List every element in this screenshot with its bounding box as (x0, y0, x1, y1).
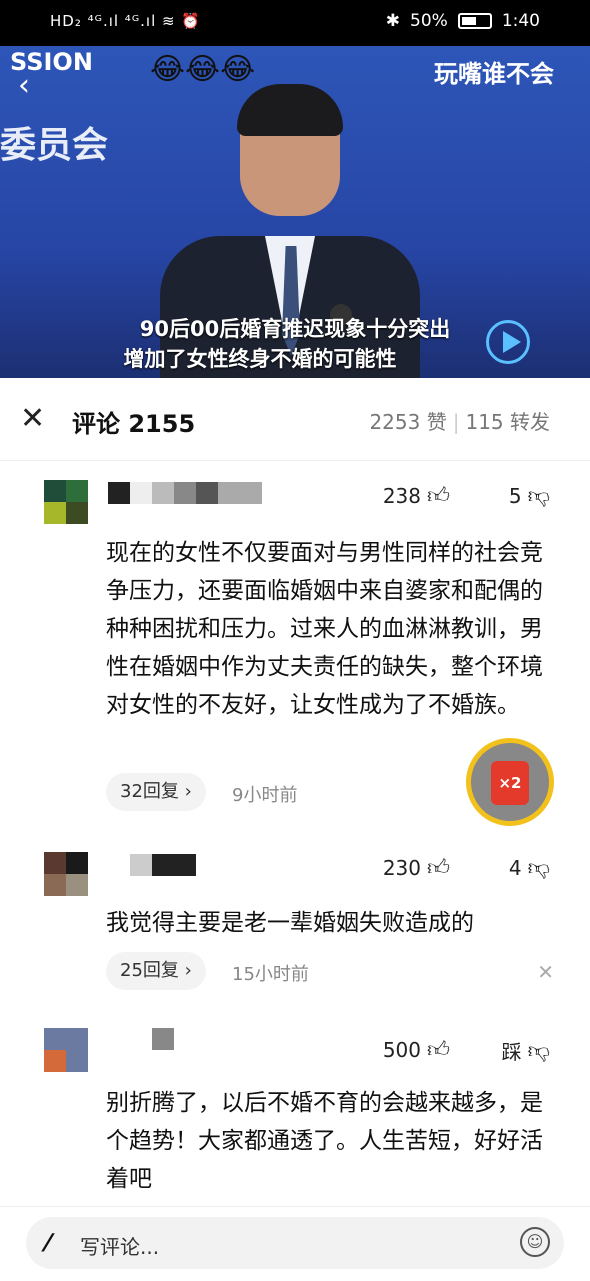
thumb-down-icon: 👎︎ (527, 1039, 550, 1064)
video-player[interactable]: SSION 😂😂😂 玩嘴谁不会 委员会 ‹ 90后00后婚育推迟现象十分突出 增… (0, 46, 590, 378)
comment-text: 别折腾了，以后不婚不育的会越来越多，是个趋势！大家都通透了。人生苦短，好好活着吧 (106, 1090, 543, 1192)
likes-count: 2253 赞 (369, 410, 447, 434)
avatar[interactable] (44, 480, 88, 524)
status-right: ✱ 50% 1:40 (386, 11, 540, 31)
thumb-down-icon: 👎︎ (527, 484, 550, 509)
thumb-up-icon: 👍︎ (427, 856, 450, 881)
red-packet-button[interactable]: ×2 (466, 738, 554, 826)
comments-header: ✕ 评论 2155 2253 赞 | 115 转发 (0, 378, 590, 461)
username-blurred[interactable] (130, 854, 196, 876)
avatar[interactable] (44, 852, 88, 896)
emoji-icon[interactable]: ☺ (520, 1227, 550, 1257)
thumb-up-icon: 👍︎ (427, 1038, 450, 1063)
dislike-button[interactable]: 5 👎︎ (508, 482, 550, 510)
comment-item: 230 👍︎ 4 👎︎ 我觉得主要是老一辈婚姻失败造成的 25回复 › 15小时… (0, 852, 590, 992)
status-left-icons: HD₂ ⁴ᴳ.ıl ⁴ᴳ.ıl ≋ ⏰ (50, 12, 202, 30)
close-icon[interactable]: ✕ (20, 404, 45, 434)
red-packet-icon: ×2 (491, 761, 529, 805)
dislike-count: 5 (508, 483, 522, 508)
comment-text: 现在的女性不仅要面对与男性同样的社会竞争压力，还要面临婚姻中来自婆家和配偶的种种… (106, 540, 543, 718)
channel-watermark: 玩嘴谁不会 (434, 60, 554, 88)
comments-title: 评论 2155 (72, 410, 196, 438)
thumb-down-icon: 👎︎ (527, 856, 550, 881)
like-button[interactable]: 230 👍︎ (382, 854, 450, 882)
comment-item: 500 👍︎ 踩 👎︎ 别折腾了，以后不婚不育的会越来越多，是个趋势！大家都通透… (0, 1028, 590, 1204)
username-blurred[interactable] (152, 1028, 174, 1050)
like-count: 230 (382, 855, 421, 880)
username-blurred[interactable] (108, 482, 262, 504)
avatar[interactable] (44, 1028, 88, 1072)
clock: 1:40 (501, 11, 540, 31)
comment-time: 15小时前 (232, 964, 309, 985)
status-bar: HD₂ ⁴ᴳ.ıl ⁴ᴳ.ıl ≋ ⏰ ✱ 50% 1:40 (0, 0, 590, 46)
play-icon[interactable] (486, 320, 530, 364)
battery-percent: 50% (410, 11, 448, 31)
dislike-button[interactable]: 4 👎︎ (508, 854, 550, 882)
pen-icon: ⁄ (46, 1229, 51, 1257)
emoji-overlay: 😂😂😂 (150, 52, 256, 87)
dislike-label: 踩 (501, 1040, 522, 1064)
back-icon[interactable]: ‹ (18, 68, 30, 103)
battery-icon (457, 13, 492, 29)
comment-input-bar: ⁄ 写评论... ☺ (0, 1206, 590, 1281)
dismiss-icon[interactable]: ✕ (537, 960, 554, 984)
thumb-up-icon: 👍︎ (427, 484, 450, 509)
like-count: 238 (382, 483, 421, 508)
comment-text: 我觉得主要是老一辈婚姻失败造成的 (106, 910, 474, 936)
post-stats: 2253 赞 | 115 转发 (369, 410, 550, 434)
comment-input[interactable]: ⁄ 写评论... ☺ (26, 1217, 564, 1269)
shares-count: 115 转发 (465, 410, 550, 434)
reply-count-button[interactable]: 32回复 › (106, 773, 206, 811)
reply-count-button[interactable]: 25回复 › (106, 952, 206, 990)
like-button[interactable]: 238 👍︎ (382, 482, 450, 510)
dislike-count: 4 (508, 855, 522, 880)
bluetooth-icon: ✱ (385, 11, 401, 31)
dislike-button[interactable]: 踩 👎︎ (502, 1036, 550, 1065)
comment-placeholder: 写评论... (80, 1235, 160, 1259)
like-count: 500 (382, 1037, 421, 1062)
like-button[interactable]: 500 👍︎ (382, 1036, 450, 1064)
video-background-text: 委员会 (0, 125, 109, 166)
comment-time: 9小时前 (232, 785, 298, 806)
